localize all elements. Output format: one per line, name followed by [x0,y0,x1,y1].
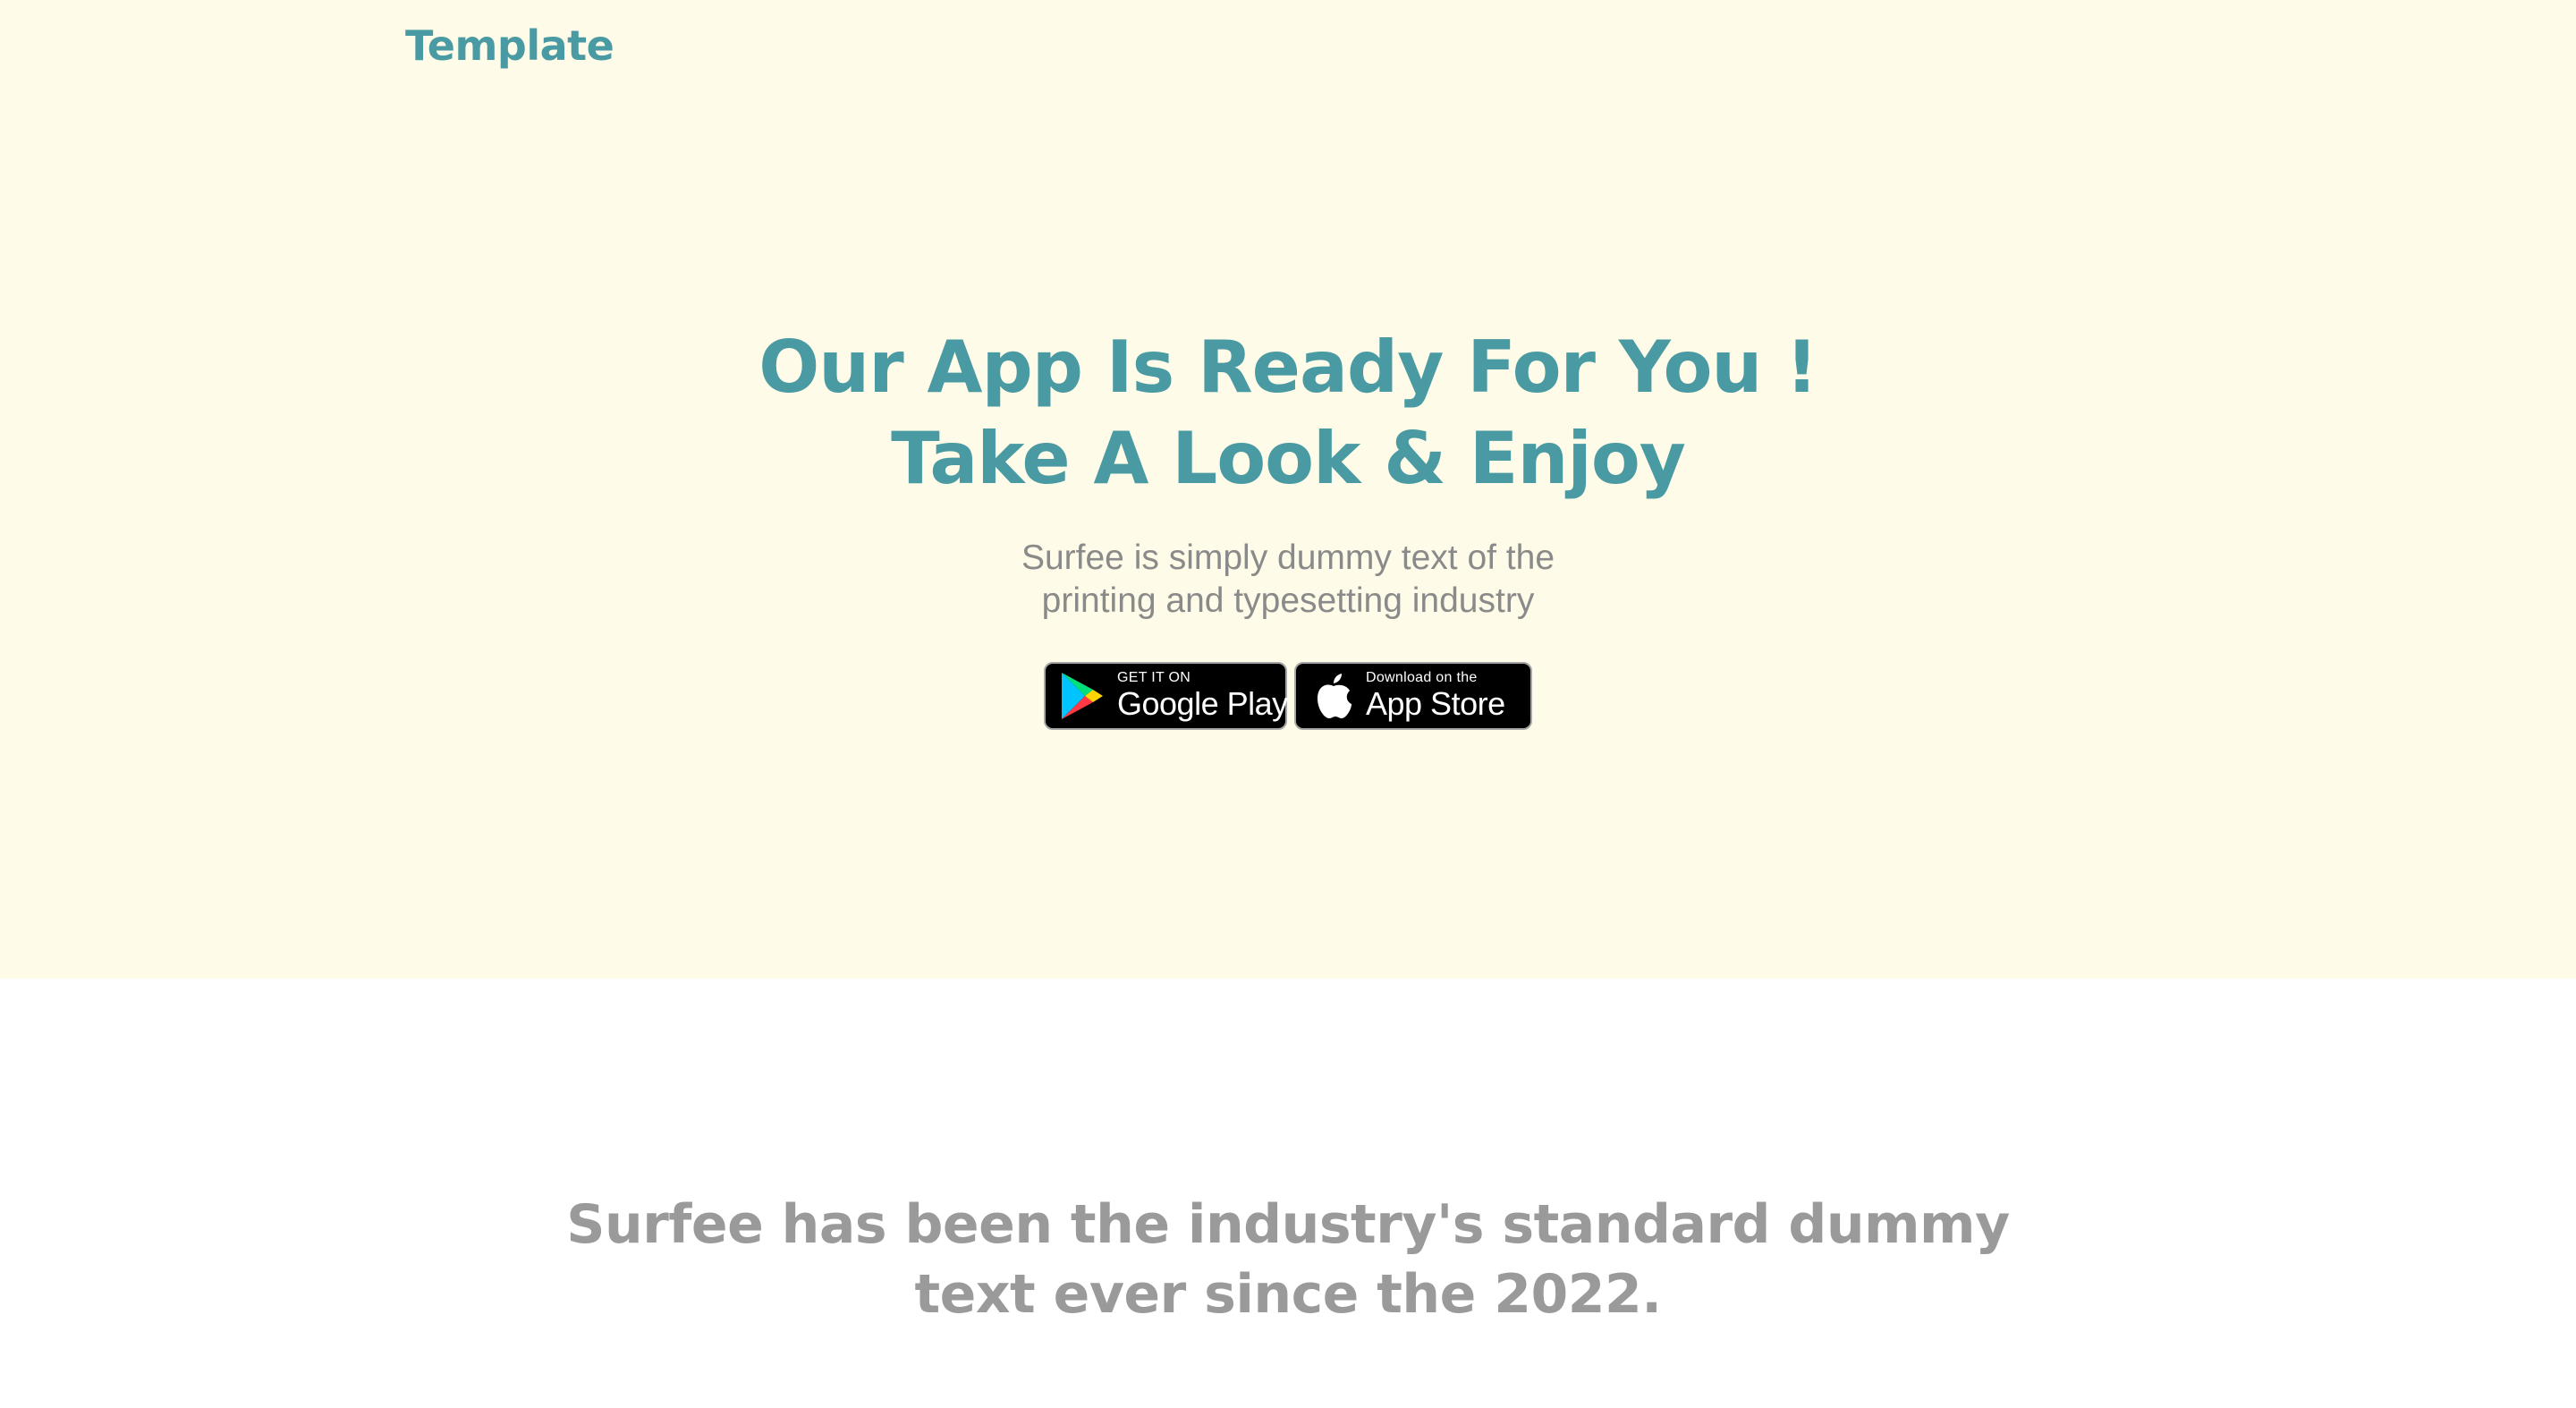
apple-icon [1314,672,1353,720]
google-play-small-label: GET IT ON [1117,670,1191,685]
section-tagline-line-2: text ever since the 2022. [914,1263,1662,1326]
hero-headline-line-2: Take A Look & Enjoy [891,417,1686,500]
hero-subtext-line-1: Surfee is simply dummy text of the [1021,539,1555,577]
hero-subtext-line-2: printing and typesetting industry [1041,581,1535,620]
hero-subtext: Surfee is simply dummy text of the print… [0,537,2576,623]
app-store-label: App Store [1366,685,1505,722]
app-store-small-label: Download on the [1366,670,1478,685]
section-tagline: Surfee has been the industry's standard … [0,1190,2576,1329]
store-badges: GET IT ON Google Play Download on the Ap… [0,662,2576,730]
hero-headline: Our App Is Ready For You ! Take A Look &… [0,322,2576,505]
hero-section: Template Our App Is Ready For You ! Take… [0,0,2576,979]
section-tagline-line-1: Surfee has been the industry's standard … [566,1193,2010,1256]
google-play-icon [1060,671,1105,721]
hero-headline-line-1: Our App Is Ready For You ! [758,326,1818,409]
brand-logo[interactable]: Template [405,25,614,66]
google-play-button[interactable]: GET IT ON Google Play [1044,662,1288,730]
google-play-label: Google Play [1117,685,1288,722]
app-store-button[interactable]: Download on the App Store [1294,662,1532,730]
